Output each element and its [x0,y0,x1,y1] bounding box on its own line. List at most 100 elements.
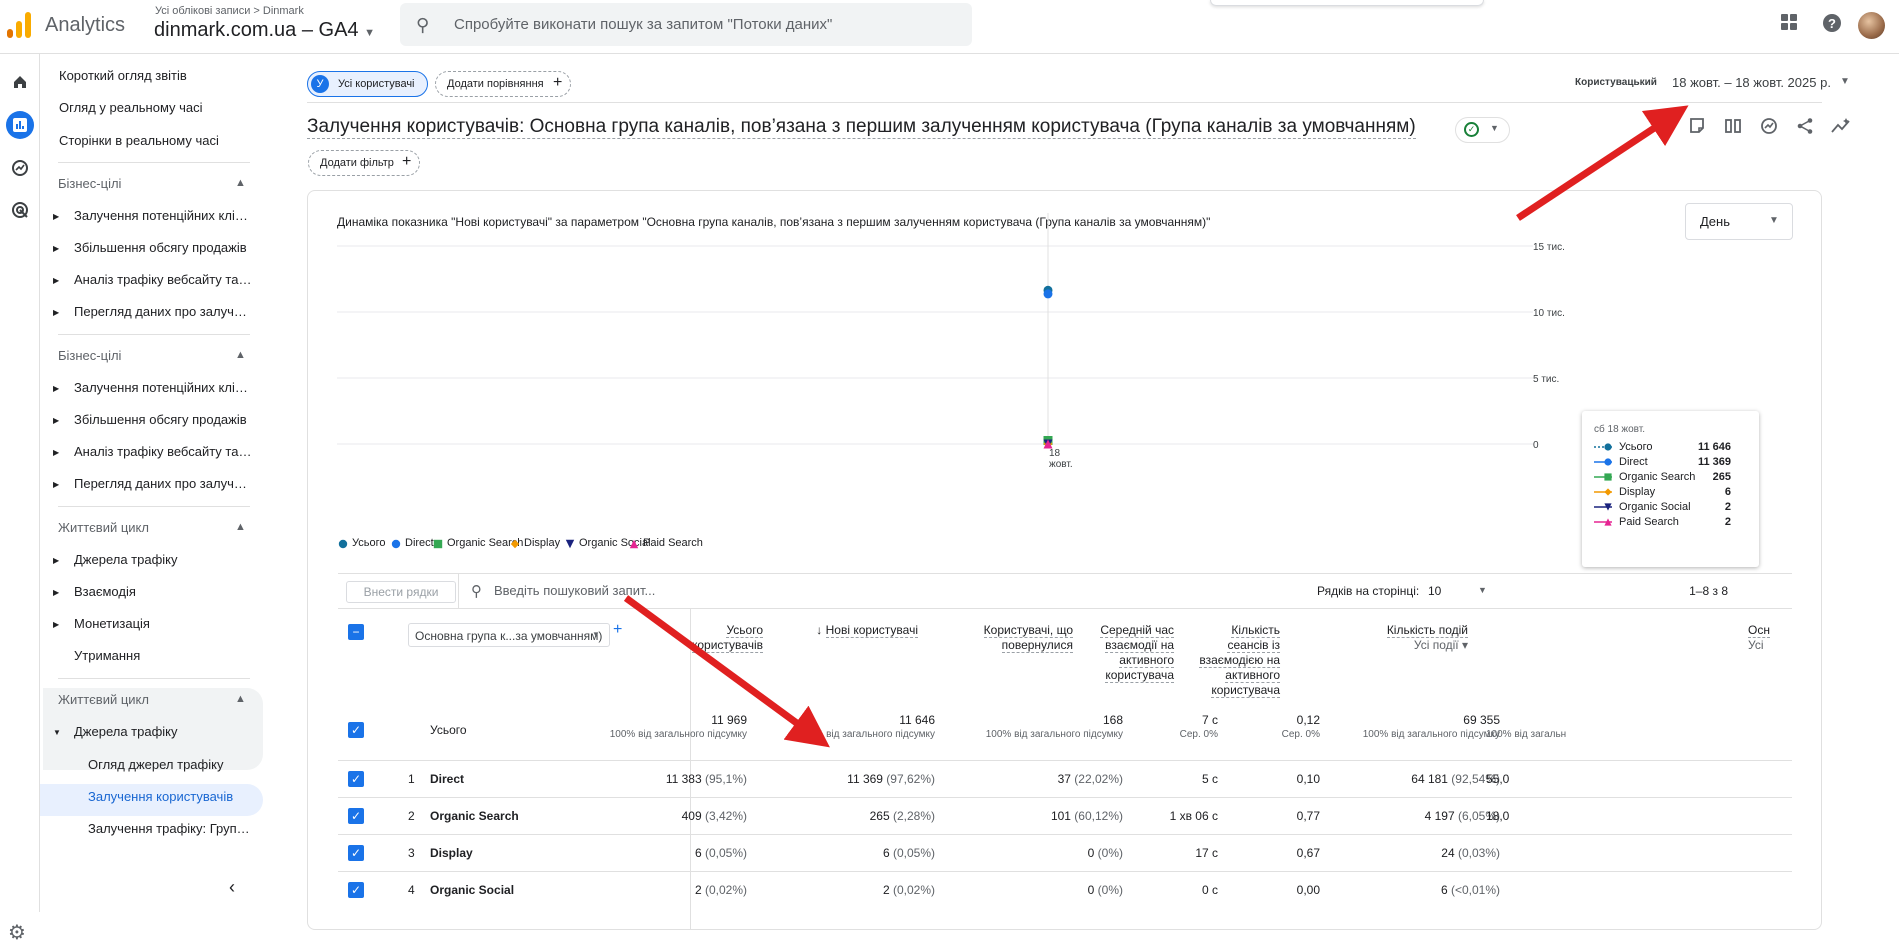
select-all-checkbox[interactable]: − [348,624,364,640]
sidebar-item-leads-2[interactable]: Залучення потенційних клієнтів [74,380,254,395]
add-comparison-label: Додати порівняння [447,78,544,90]
expand-arrow-icon[interactable]: ▶ [53,384,59,393]
chevron-up-icon[interactable]: ▲ [235,349,246,361]
app-name: Analytics [45,14,126,36]
sidebar-item-acquisition[interactable]: Джерела трафіку [74,552,178,567]
help-icon[interactable]: ? [1820,13,1844,37]
row-checkbox[interactable]: ✓ [348,722,364,738]
expand-arrow-icon[interactable]: ▶ [53,276,59,285]
sidebar-item-traffic-acquisition[interactable]: Залучення трафіку: Група каналів [88,821,256,836]
sidebar-item-acquisition-open[interactable]: Джерела трафіку [74,724,178,739]
account-breadcrumb[interactable]: Усі облікові записи > Dinmark [155,5,304,17]
chevron-up-icon[interactable]: ▲ [235,521,246,533]
trend-icon[interactable] [1830,117,1852,139]
column-header-key-events[interactable]: Осн Усі [1748,623,1808,653]
sidebar-item-engagement[interactable]: Взаємодія [74,584,136,599]
table-cell: 17 с [1195,846,1218,860]
expand-arrow-icon[interactable]: ▶ [53,588,59,597]
sidebar-section-business-goals-2[interactable]: Бізнес-цілі [58,348,121,363]
dimension-select[interactable]: Основна група к...за умовчанням) ▼ [408,623,610,647]
share-icon[interactable] [1794,117,1816,139]
row-checkbox[interactable]: ✓ [348,845,364,861]
annotation-icon[interactable] [1686,117,1708,139]
expand-arrow-icon[interactable]: ▶ [53,244,59,253]
search-input[interactable]: Спробуйте виконати пошук за запитом "Пот… [454,16,832,33]
sidebar-item-user-acquisition[interactable]: Залучення користувачів [88,789,233,804]
row-dimension-value[interactable]: Organic Social [430,883,514,897]
row-dimension-value[interactable]: Organic Search [430,809,519,823]
sidebar-section-lifecycle-2[interactable]: Життєвий цикл [58,692,149,707]
compare-icon[interactable] [1722,117,1744,139]
collapse-arrow-icon[interactable]: ▼ [53,728,61,737]
sidebar-item-monetization[interactable]: Монетизація [74,616,150,631]
sidebar-item-leads[interactable]: Залучення потенційних клієнтів [74,208,254,223]
analytics-logo[interactable] [7,12,31,38]
sidebar-item-realtime-pages[interactable]: Сторінки в реальному часі [59,133,219,148]
explore-icon[interactable] [6,154,34,182]
sidebar-item-engagement-data[interactable]: Перегляд даних про залучення користувачі… [74,304,254,319]
row-dimension-value[interactable]: Display [430,846,473,860]
sidebar-item-retention[interactable]: Утримання [74,648,140,663]
sidebar-item-reports-snapshot[interactable]: Короткий огляд звітів [59,68,187,83]
table-row[interactable]: ✓ 1 Direct 11 383 (95,1%) 11 369 (97,62%) 37 … [338,760,1792,797]
expand-arrow-icon[interactable]: ▶ [53,480,59,489]
expand-arrow-icon[interactable]: ▶ [53,416,59,425]
row-dimension-value[interactable]: Direct [430,772,464,786]
chevron-up-icon[interactable]: ▲ [235,177,246,189]
home-icon[interactable] [6,68,34,96]
sidebar-item-engagement-data-2[interactable]: Перегляд даних про залучення користувачі… [74,476,254,491]
sidebar-section-business-goals[interactable]: Бізнес-цілі [58,176,121,191]
report-status-button[interactable]: ✓ ▼ [1455,117,1510,143]
sidebar-item-realtime-overview[interactable]: Огляд у реальному часі [59,100,203,115]
column-header-total-users[interactable]: Усього користувачів [653,623,763,653]
add-filter-button[interactable]: Додати фільтр + [308,150,420,176]
data-point[interactable] [1043,289,1053,299]
segment-chip-all-users[interactable]: У Усі користувачі [307,71,428,97]
sidebar-item-traffic-analysis-2[interactable]: Аналіз трафіку вебсайту та/або додатка [74,444,254,459]
expand-arrow-icon[interactable]: ▶ [53,212,59,221]
row-checkbox[interactable]: ✓ [348,882,364,898]
date-range[interactable]: 18 жовт. – 18 жовт. 2025 р. [1672,75,1831,90]
advertising-icon[interactable] [6,196,34,224]
add-comparison-button[interactable]: Додати порівняння + [435,71,571,97]
property-selector[interactable]: dinmark.com.ua – GA4 ▼ [154,19,375,42]
rows-per-page-select[interactable]: 10 [1428,584,1441,598]
insights-icon[interactable] [1758,117,1780,139]
expand-arrow-icon[interactable]: ▶ [53,620,59,629]
table-row[interactable]: ✓ 3 Display 6 (0,05%) 6 (0,05%) 0 (0%) 17 с 0,6… [338,834,1792,871]
chevron-down-icon[interactable]: ▼ [1478,585,1487,595]
table-row[interactable]: ✓ 2 Organic Search 409 (3,42%) 265 (2,28%) 10… [338,797,1792,834]
table-search-input[interactable]: Введіть пошуковий запит... [494,583,655,598]
column-header-avg-engagement-time[interactable]: Середній час взаємодії на активного кори… [1088,623,1174,683]
reports-icon[interactable] [6,111,34,139]
search-bar[interactable]: ⚲ Спробуйте виконати пошук за запитом "П… [400,3,972,46]
settings-icon[interactable]: ⚙ [8,920,26,945]
sidebar-item-acquisition-overview[interactable]: Огляд джерел трафіку [88,757,223,772]
expand-arrow-icon[interactable]: ▶ [53,556,59,565]
avatar[interactable] [1858,12,1885,39]
add-rows-button[interactable]: Внести рядки [346,581,456,603]
chevron-up-icon[interactable]: ▲ [235,693,246,705]
table-cell: 6 (0,05%) [695,846,747,860]
sidebar-item-sales[interactable]: Збільшення обсягу продажів [74,240,254,255]
event-filter-select[interactable]: Усі події ▾ [1414,638,1468,652]
row-checkbox[interactable]: ✓ [348,771,364,787]
date-range-type[interactable]: Користувацький [1575,77,1657,88]
table-row[interactable]: ✓ 4 Organic Social 2 (0,02%) 2 (0,02%) 0 (0%)… [338,871,1792,908]
chart-tooltip: сб 18 жовт. Усього 11 646 Direct 11 369 Orga… [1582,411,1759,567]
add-dimension-icon[interactable]: + [613,621,622,639]
column-header-event-count[interactable]: Кількість подій Усі події ▾ [1308,623,1468,653]
expand-arrow-icon[interactable]: ▶ [53,448,59,457]
apps-grid-icon[interactable] [1777,13,1801,37]
sidebar-item-sales-2[interactable]: Збільшення обсягу продажів [74,412,254,427]
collapse-sidebar-icon[interactable]: ‹ [229,877,235,898]
sidebar-section-lifecycle[interactable]: Життєвий цикл [58,520,149,535]
row-checkbox[interactable]: ✓ [348,808,364,824]
column-header-returning-users[interactable]: Користувачі, що повернулися [958,623,1073,653]
chevron-down-icon[interactable]: ▼ [1840,76,1850,87]
column-header-new-users[interactable]: ↓ Нові користувачі [773,623,918,638]
sidebar-item-traffic-analysis[interactable]: Аналіз трафіку вебсайту та/або додатка [74,272,254,287]
page-title[interactable]: Залучення користувачів: Основна група ка… [307,116,1416,139]
expand-arrow-icon[interactable]: ▶ [53,308,59,317]
column-header-engaged-sessions[interactable]: Кількість сеансів із взаємодією на актив… [1188,623,1280,698]
